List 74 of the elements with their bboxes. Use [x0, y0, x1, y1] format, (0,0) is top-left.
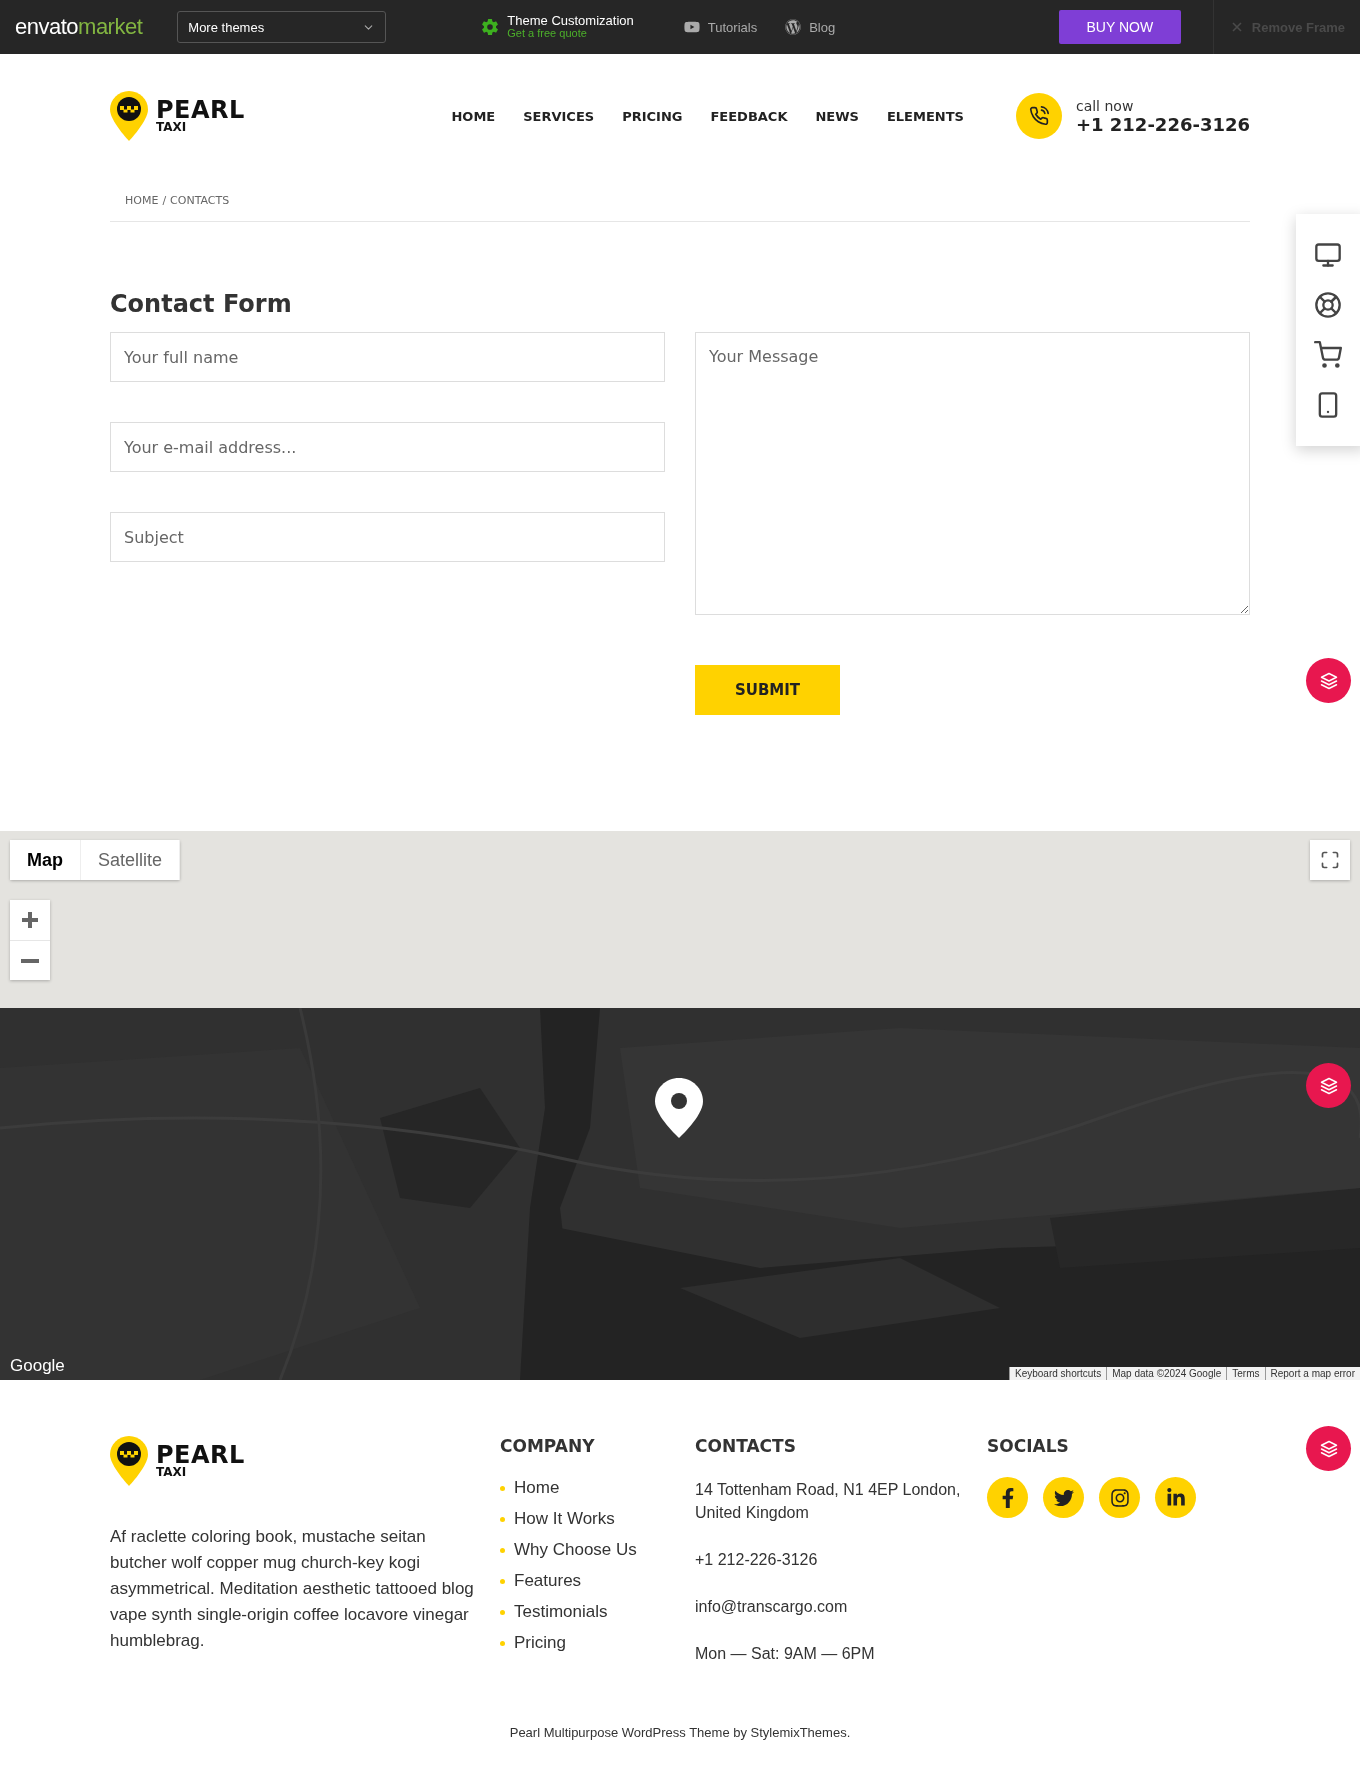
- promo-title[interactable]: Theme Customization: [507, 14, 634, 29]
- layers-icon: [1319, 1439, 1338, 1458]
- nav-link[interactable]: FEEDBACK: [710, 108, 788, 124]
- footer-link[interactable]: Pricing: [500, 1633, 695, 1653]
- map-attribution-link[interactable]: Map data ©2024 Google: [1106, 1367, 1227, 1380]
- form-title: Contact Form: [110, 290, 293, 318]
- footer-link[interactable]: Home: [500, 1478, 695, 1498]
- plus-icon: [21, 911, 39, 929]
- gear-icon: [481, 18, 500, 36]
- input-field[interactable]: Subject: [110, 512, 665, 562]
- close-icon: [1231, 22, 1242, 32]
- nav-link[interactable]: SERVICES: [523, 108, 595, 124]
- phone-number[interactable]: +1 212-226-3126: [1075, 113, 1250, 135]
- message-field[interactable]: Your Message: [695, 332, 1250, 615]
- footer-link[interactable]: Features: [500, 1571, 695, 1591]
- submit-button[interactable]: SUBMIT: [695, 665, 840, 715]
- map-attribution-link[interactable]: Report a map error: [1264, 1367, 1360, 1380]
- logo-tagline: TAXI: [156, 1466, 188, 1479]
- zoom-in-button[interactable]: [10, 900, 50, 940]
- footer-heading: COMPANY: [500, 1436, 596, 1456]
- layers-icon: [1319, 671, 1338, 690]
- lifebuoy-icon[interactable]: [1314, 291, 1342, 319]
- logo-name: PEARL: [156, 98, 245, 122]
- twitter-icon[interactable]: [1043, 1477, 1084, 1518]
- breadcrumb-separator: /: [162, 194, 167, 207]
- video-icon: [683, 19, 700, 35]
- contact-line: +1 212-226-3126: [695, 1550, 819, 1570]
- footer-link[interactable]: Testimonials: [500, 1602, 695, 1622]
- map-type-tab[interactable]: Satellite: [81, 840, 181, 880]
- copyright: Pearl Multipurpose WordPress Theme by StylemixThemes.: [508, 1725, 852, 1740]
- logo-tagline: TAXI: [156, 121, 188, 134]
- buy-now-button[interactable]: BUY NOW: [1058, 10, 1181, 44]
- envato-logo[interactable]: envatomarket: [15, 14, 143, 40]
- facebook-icon[interactable]: [987, 1477, 1028, 1518]
- topbar-link[interactable]: Blog: [785, 19, 836, 35]
- nav-link[interactable]: PRICING: [622, 108, 683, 124]
- call-label: call now: [1075, 97, 1135, 114]
- map-type-tab[interactable]: Map: [10, 840, 81, 880]
- wordpress-icon: [785, 19, 802, 35]
- zoom-out-button[interactable]: [10, 940, 50, 980]
- footer-heading: CONTACTS: [695, 1436, 797, 1456]
- footer-link[interactable]: How It Works: [500, 1509, 695, 1529]
- layers-icon: [1319, 1076, 1338, 1095]
- fullscreen-icon: [1320, 850, 1340, 870]
- cart-icon[interactable]: [1314, 341, 1342, 369]
- nav-link[interactable]: HOME: [451, 108, 496, 124]
- map-attribution-link[interactable]: Terms: [1226, 1367, 1265, 1380]
- phone-icon: [1015, 93, 1062, 139]
- breadcrumb-link[interactable]: HOME: [125, 194, 159, 207]
- promo-subtitle[interactable]: Get a free quote: [507, 28, 634, 40]
- map-attribution-link[interactable]: Keyboard shortcuts: [1009, 1367, 1107, 1380]
- input-field[interactable]: Your full name: [110, 332, 665, 382]
- linkedin-icon[interactable]: [1155, 1477, 1196, 1518]
- nav-link[interactable]: NEWS: [815, 108, 859, 124]
- input-field[interactable]: Your e-mail address...: [110, 422, 665, 472]
- breadcrumb-link[interactable]: CONTACTS: [170, 194, 230, 207]
- contact-line: 14 Tottenham Road, N1 4EP London, United Kingdom: [695, 1480, 962, 1523]
- footer-description: Af raclette coloring book, mustache seitan butcher wolf copper mug church-key kogi asymmetrical. Meditation aesthetic tattooed blog vape synth single-origin coffee locavore vinegar humblebrag.: [110, 1526, 475, 1652]
- logo-name: PEARL: [156, 1443, 245, 1467]
- contact-line: Mon — Sat: 9AM — 6PM: [695, 1644, 876, 1664]
- map-pin-icon: [655, 1078, 703, 1138]
- themes-dropdown[interactable]: More themes: [177, 11, 387, 43]
- nav-link[interactable]: ELEMENTS: [886, 108, 964, 124]
- monitor-icon[interactable]: [1314, 241, 1342, 269]
- google-logo: Google: [10, 1356, 65, 1376]
- minus-icon: [21, 958, 39, 963]
- footer-heading: SOCIALS: [987, 1436, 1070, 1456]
- instagram-icon[interactable]: [1099, 1477, 1140, 1518]
- fullscreen-button[interactable]: [1310, 840, 1350, 880]
- logo-icon: [110, 1436, 148, 1486]
- footer-link[interactable]: Why Choose Us: [500, 1540, 695, 1560]
- topbar-link[interactable]: Tutorials: [683, 19, 758, 35]
- contact-line: info@transcargo.com: [695, 1597, 849, 1617]
- logo-icon: [110, 91, 148, 141]
